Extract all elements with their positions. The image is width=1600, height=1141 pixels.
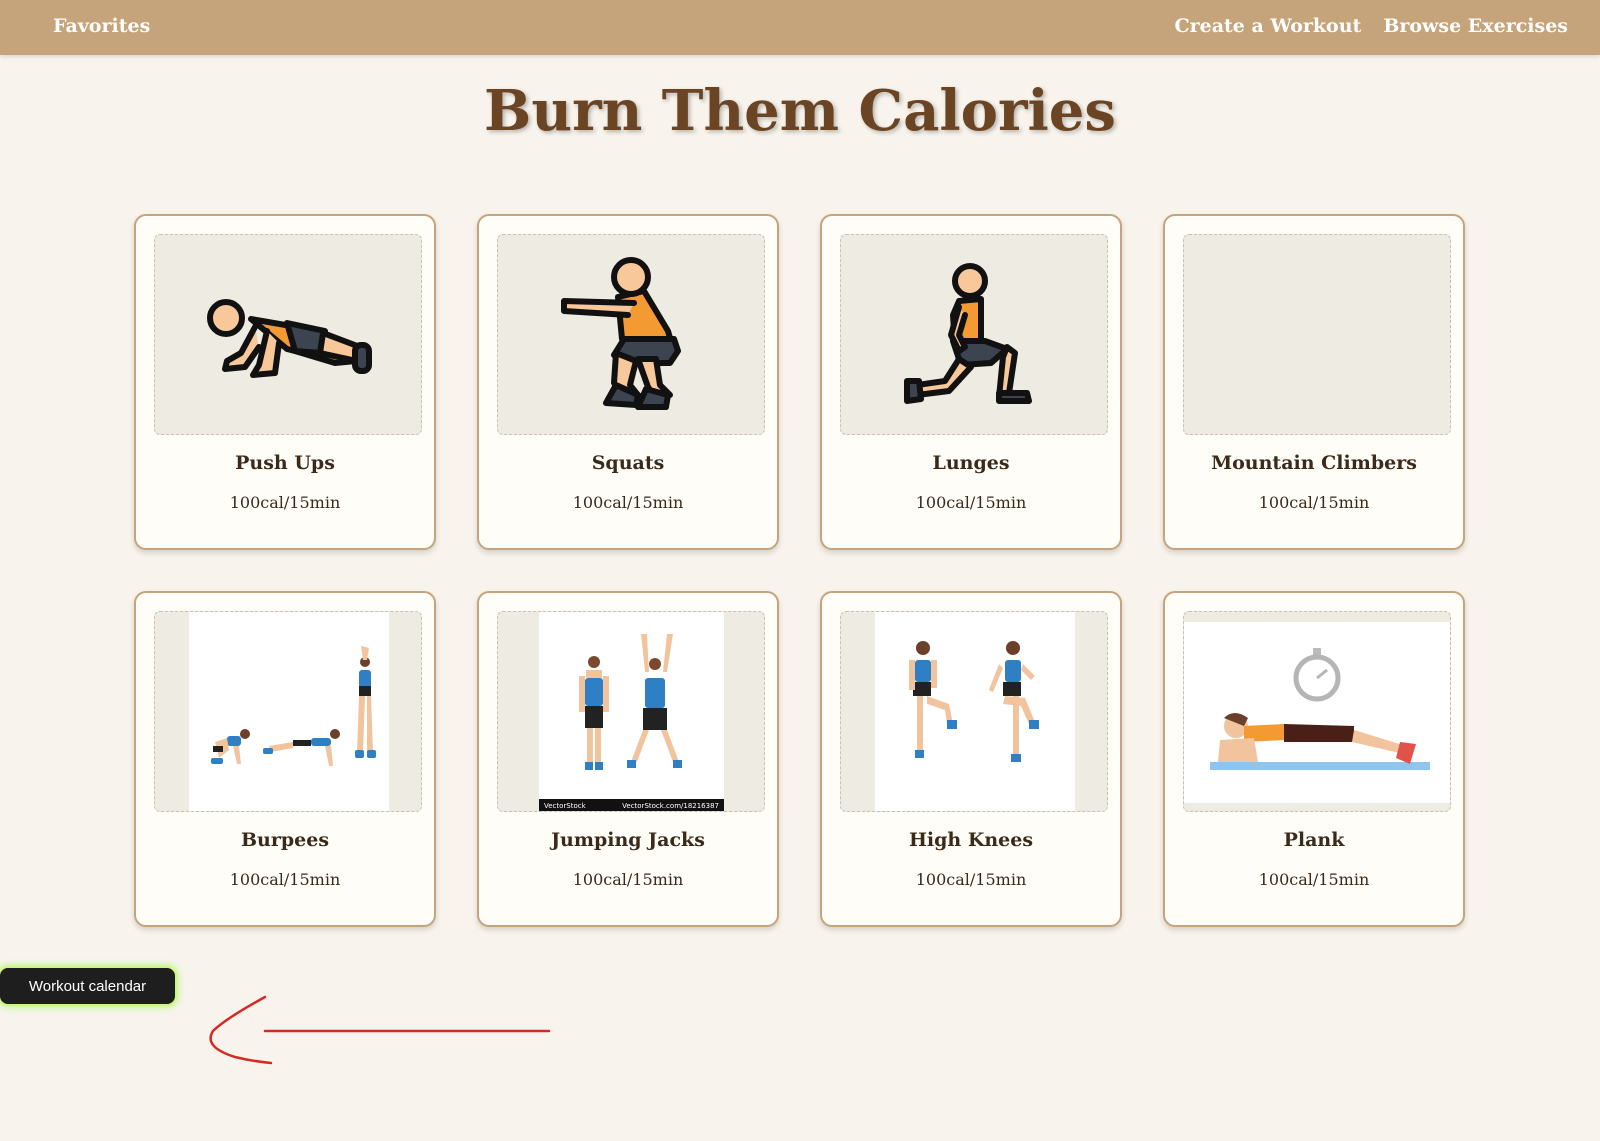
plank-illustration [1184, 622, 1450, 803]
exercise-calories: 100cal/15min [1258, 493, 1370, 512]
exercise-card-squats[interactable]: Squats 100cal/15min [477, 214, 779, 550]
exercise-name: Mountain Climbers [1211, 452, 1417, 474]
stopwatch-icon [1293, 648, 1341, 702]
nav-right-group: Create a Workout Browse Exercises [1174, 15, 1568, 37]
exercise-card-push-ups[interactable]: Push Ups 100cal/15min [134, 214, 436, 550]
exercise-image-frame [154, 234, 422, 435]
exercise-image-frame-empty [1183, 234, 1451, 435]
exercise-image-frame [840, 611, 1108, 812]
exercise-calories: 100cal/15min [915, 870, 1027, 889]
exercise-image-frame [840, 234, 1108, 435]
red-arrow-annotation [209, 995, 551, 1065]
lunge-icon [904, 263, 1032, 404]
exercise-name: Lunges [932, 452, 1010, 474]
exercise-name: Jumping Jacks [551, 829, 705, 851]
nav-create-workout-link[interactable]: Create a Workout [1174, 15, 1361, 37]
nav-favorites-link[interactable]: Favorites [53, 15, 150, 37]
exercise-calories: 100cal/15min [229, 493, 341, 512]
exercise-name: Squats [591, 452, 665, 474]
exercise-calories: 100cal/15min [915, 493, 1027, 512]
exercise-calories: 100cal/15min [572, 870, 684, 889]
exercise-card-burpees[interactable]: Burpees 100cal/15min [134, 591, 436, 927]
nav-browse-exercises-link[interactable]: Browse Exercises [1383, 15, 1568, 37]
top-navbar: Favorites Create a Workout Browse Exerci… [0, 0, 1600, 55]
exercise-card-lunges[interactable]: Lunges 100cal/15min [820, 214, 1122, 550]
exercise-name: Burpees [240, 829, 330, 851]
exercise-calories: 100cal/15min [572, 493, 684, 512]
burpee-illustration [189, 612, 389, 811]
exercise-image-frame [1183, 611, 1451, 812]
exercise-name: Push Ups [235, 452, 335, 474]
push-up-icon [207, 299, 372, 378]
exercise-name: Plank [1283, 829, 1345, 851]
watermark-bar: VectorStock VectorStock.com/18216387 [539, 799, 724, 811]
exercise-card-plank[interactable]: Plank 100cal/15min [1163, 591, 1465, 927]
watermark-right-text: VectorStock.com/18216387 [622, 802, 719, 810]
exercise-calories: 100cal/15min [229, 870, 341, 889]
exercise-calories: 100cal/15min [1258, 870, 1370, 889]
watermark-left-text: VectorStock [544, 802, 586, 810]
exercise-image-frame [497, 234, 765, 435]
exercise-card-mountain-climbers[interactable]: Mountain Climbers 100cal/15min [1163, 214, 1465, 550]
exercise-card-high-knees[interactable]: High Knees 100cal/15min [820, 591, 1122, 927]
page-title: Burn Them Calories [484, 78, 1116, 144]
exercise-name: High Knees [908, 829, 1034, 851]
exercise-image-frame: VectorStock VectorStock.com/18216387 [497, 611, 765, 812]
jumping-jacks-illustration: VectorStock VectorStock.com/18216387 [539, 612, 724, 811]
exercise-card-jumping-jacks[interactable]: VectorStock VectorStock.com/18216387 Jum… [477, 591, 779, 927]
squat-icon [561, 257, 681, 410]
high-knees-illustration [875, 612, 1075, 811]
workout-calendar-button[interactable]: Workout calendar [0, 968, 175, 1004]
exercise-image-frame [154, 611, 422, 812]
